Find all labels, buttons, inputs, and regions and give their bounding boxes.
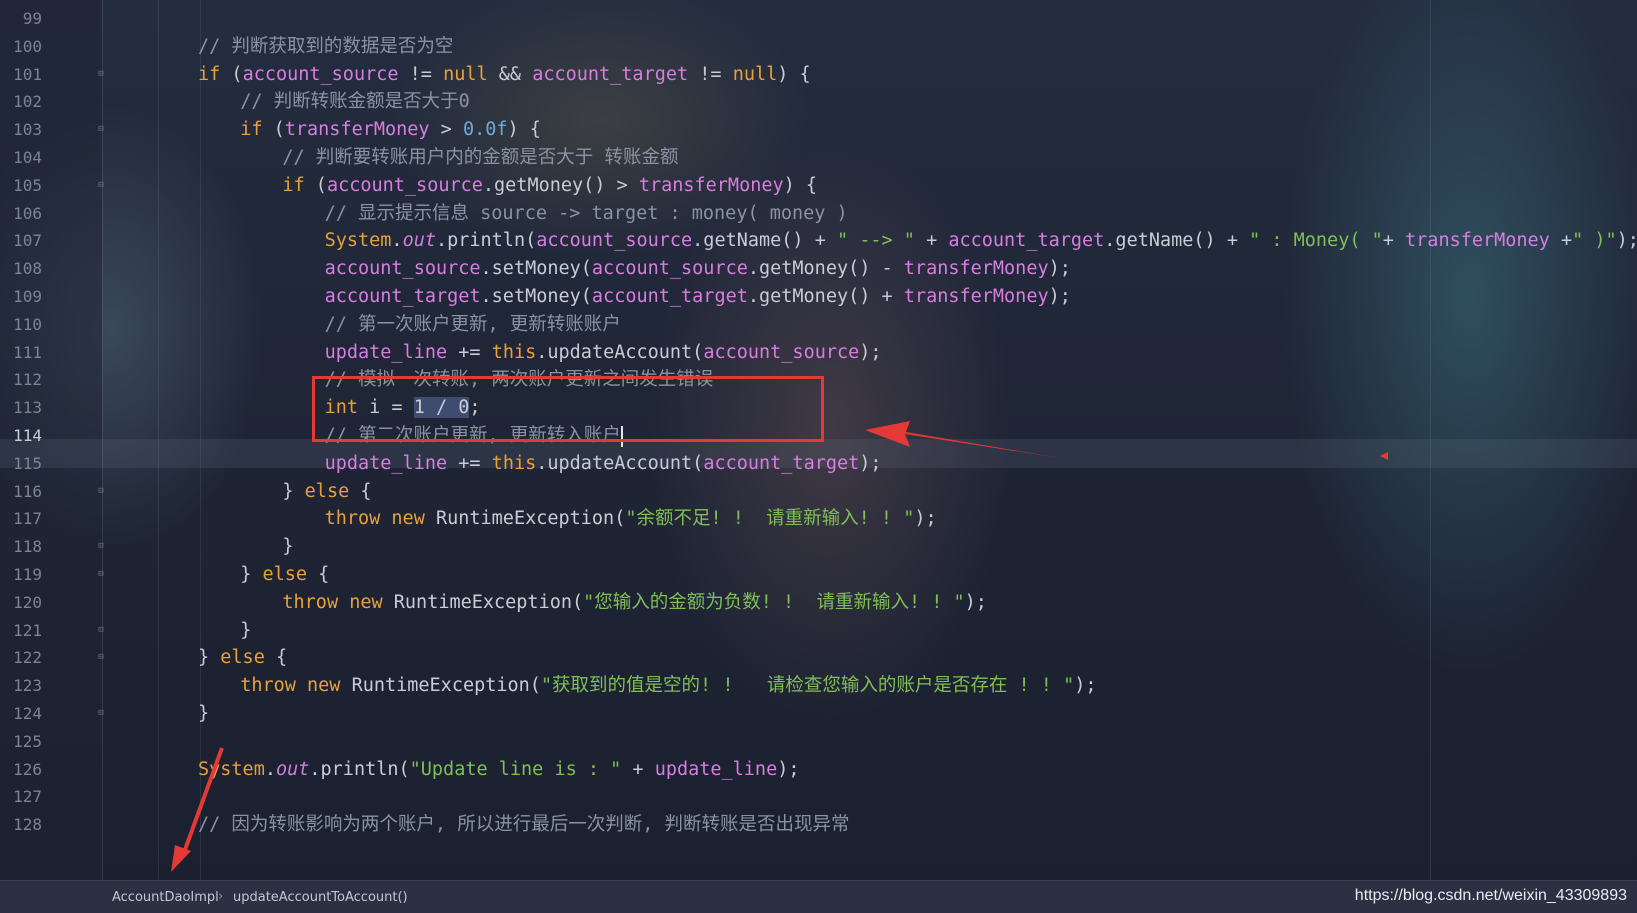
annotation-marker <box>1380 452 1388 460</box>
watermark-url: https://blog.csdn.net/weixin_43309893 <box>1354 887 1627 904</box>
annotation-arrow-down-shaft <box>180 747 224 859</box>
status-bar: AccountDaoImpl › updateAccountToAccount(… <box>0 880 1637 913</box>
breadcrumb-method[interactable]: updateAccountToAccount() <box>233 890 408 905</box>
annotation-arrows <box>171 421 1388 872</box>
code-editor[interactable]: 99 100// 判断获取到的数据是否为空 101 ⊟ if (account_sour… <box>0 0 1637 913</box>
annotation-arrow-down-head <box>171 845 191 872</box>
breadcrumb-separator: › <box>218 889 224 904</box>
annotation-arrow-right <box>865 421 1060 458</box>
breadcrumb-class[interactable]: AccountDaoImpl <box>112 890 219 905</box>
